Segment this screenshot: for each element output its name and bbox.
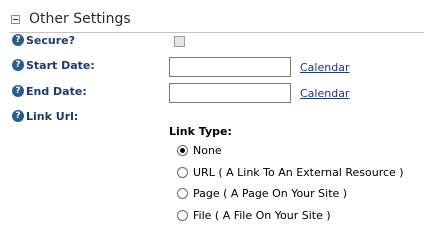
collapse-icon[interactable] — [11, 15, 20, 24]
radio-button[interactable] — [177, 166, 188, 178]
radio-option-page[interactable]: Page ( A Page On Your Site ) — [177, 186, 347, 200]
link-url-label: Link Url: — [26, 109, 79, 123]
radio-option-file[interactable]: File ( A File On Your Site ) — [177, 208, 331, 222]
secure-label: Secure? — [26, 33, 76, 47]
radio-option-url[interactable]: URL ( A Link To An External Resource ) — [177, 165, 404, 179]
help-icon[interactable]: ? — [12, 85, 24, 97]
help-icon[interactable]: ? — [12, 59, 24, 71]
radio-option-none[interactable]: None — [177, 143, 222, 157]
section-title: Other Settings — [29, 11, 131, 27]
help-icon[interactable]: ? — [12, 110, 24, 122]
end-date-label-row: ? End Date: — [12, 84, 87, 98]
start-date-label-row: ? Start Date: — [12, 58, 95, 72]
radio-label: None — [193, 143, 222, 157]
section-header: Other Settings — [10, 10, 424, 33]
radio-label: URL ( A Link To An External Resource ) — [193, 165, 404, 179]
end-date-input[interactable] — [169, 83, 291, 103]
start-date-label: Start Date: — [26, 58, 95, 72]
radio-label: File ( A File On Your Site ) — [193, 208, 331, 222]
link-url-label-row: ? Link Url: — [12, 109, 78, 123]
end-date-label: End Date: — [26, 84, 87, 98]
end-date-calendar-link[interactable]: Calendar — [300, 87, 349, 100]
radio-button[interactable] — [177, 209, 188, 221]
help-icon[interactable]: ? — [12, 34, 24, 46]
link-type-label: Link Type: — [169, 125, 232, 138]
radio-label: Page ( A Page On Your Site ) — [193, 186, 348, 200]
secure-label-row: ? Secure? — [12, 33, 75, 47]
radio-button[interactable] — [177, 144, 188, 156]
radio-button[interactable] — [177, 187, 188, 199]
start-date-input[interactable] — [169, 57, 291, 77]
start-date-calendar-link[interactable]: Calendar — [300, 61, 349, 74]
secure-checkbox[interactable] — [174, 36, 185, 47]
